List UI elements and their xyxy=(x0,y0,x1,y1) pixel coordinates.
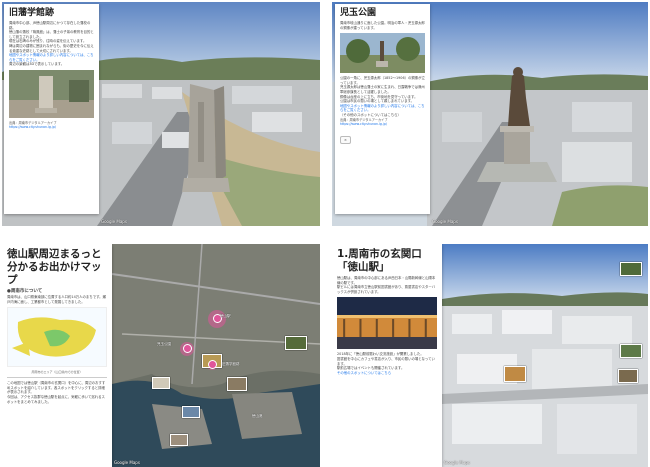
poi-thumbnail[interactable] xyxy=(620,262,642,276)
card-body-2: この地図では徳山駅（周南市の玄関口）を中心に、周辺のおすすめスポットを紹介してい… xyxy=(7,381,106,395)
poi-thumbnail[interactable] xyxy=(504,366,526,382)
card-body-2: 2018年に「徳山駅前賑わい交流施設」が開業しました。 図書館を中心にカフェや書… xyxy=(337,352,435,366)
divider xyxy=(7,377,107,379)
card-body: 徳山駅は、周南市の中心部にあるJR西日本・山陽新幹線と山陽本線の駅です。 駅ビル… xyxy=(337,276,436,294)
info-card: 児玉公園 周南市岐山通りに面した公園。明治の軍人・児玉源太郎の銅像が建っています… xyxy=(335,4,430,214)
panel-tokuyama-station: 1.周南市の玄関口「徳山駅」 徳山駅は、周南市の中心部にあるJR西日本・山陽新幹… xyxy=(332,244,648,467)
monument-photo xyxy=(9,69,94,118)
card-title: 徳山駅周辺まるっと分かるお出かけマップ xyxy=(7,248,102,286)
poi-thumbnail[interactable] xyxy=(170,434,188,446)
close-button[interactable]: × xyxy=(340,136,351,145)
card-body-3: 今回は、アクセス抜群な徳山駅を起点に、気軽に歩いて巡れるスポットをまとめてみまし… xyxy=(7,394,105,404)
source-link[interactable]: https://www.city.shunan.lg.jp/ xyxy=(335,122,430,126)
map-pin[interactable] xyxy=(208,360,217,369)
panel-kyuhangakkan: 旧藩学館跡 周南市中心部、JR徳山駅周辺にかつて存在した藩校の跡。 徳山藩の藩校… xyxy=(2,2,320,226)
park-photo xyxy=(340,33,425,74)
poi-thumbnail[interactable] xyxy=(620,344,642,358)
card-title: 児玉公園 xyxy=(340,8,377,18)
poi-thumbnail[interactable] xyxy=(227,377,247,391)
detail-link[interactable]: 地図やスポット情報のより詳しい内容については、こちらをご覧ください。 xyxy=(335,104,430,113)
poi-thumbnail[interactable] xyxy=(618,369,638,383)
poi-label: 徳山駅 xyxy=(220,314,231,318)
info-card: 徳山駅周辺まるっと分かるお出かけマップ ●周南市について 周南市は、山口県東南部… xyxy=(2,244,112,467)
source-link[interactable]: https://www.city.shunan.lg.jp/ xyxy=(4,125,99,129)
card-body: 周南市は、山口県東南部に位置する人口約14万人のまちです。瀬戸内海に面し、工業都… xyxy=(7,295,106,304)
map-caption: 周南市のエリア（山口県内での位置） xyxy=(31,370,83,375)
card-title: 旧藩学館跡 xyxy=(9,8,55,18)
poi-thumbnail[interactable] xyxy=(152,377,170,389)
card-body: 周南市岐山通りに面した公園。明治の軍人・児玉源太郎の銅像が建っています。 xyxy=(340,21,425,30)
card-body-2: 周辺の景観は3Dで表示しています。 xyxy=(9,62,65,67)
card-body: 周南市中心部、JR徳山駅周辺にかつて存在した藩校の跡。 徳山藩の藩校「鳴鳳館」は… xyxy=(9,21,94,53)
info-card: 1.周南市の玄関口「徳山駅」 徳山駅は、周南市の中心部にあるJR西日本・山陽新幹… xyxy=(332,244,442,467)
card-title: 1.周南市の玄関口「徳山駅」 xyxy=(337,248,422,273)
poi-label: 徳山港 xyxy=(252,414,263,418)
detail-link[interactable]: その他のスポットについてはこちら xyxy=(332,371,442,376)
poi-thumbnail[interactable] xyxy=(285,336,307,350)
detail-link[interactable]: 地図やスポット情報のより詳しい内容については、こちらをご覧ください。 xyxy=(4,53,99,62)
map-attribution: Google Maps xyxy=(444,460,470,465)
card-body-2: 公園の一角に、児玉源太郎（1852〜1906）の銅像が立っています。 児玉源太郎… xyxy=(340,76,425,104)
panel-kodama-park: 児玉公園 周南市岐山通りに面した公園。明治の軍人・児玉源太郎の銅像が建っています… xyxy=(332,2,648,226)
map-attribution: Google Maps xyxy=(114,460,140,465)
station-photo xyxy=(337,297,437,350)
area-map-image xyxy=(7,307,107,368)
panel-outing-map: 徳山駅 児玉公園 旧藩学館跡 徳山港 徳山駅周辺まるっと分かるお出かけマップ ●… xyxy=(2,244,320,467)
map-attribution: Google Maps xyxy=(432,219,458,224)
poi-label: 児玉公園 xyxy=(157,342,171,346)
map-attribution: Google Maps xyxy=(101,219,127,224)
poi-label: 旧藩学館跡 xyxy=(222,362,240,366)
poi-thumbnail[interactable] xyxy=(182,406,200,418)
info-card: 旧藩学館跡 周南市中心部、JR徳山駅周辺にかつて存在した藩校の跡。 徳山藩の藩校… xyxy=(4,4,99,214)
map-pin[interactable] xyxy=(183,344,192,353)
